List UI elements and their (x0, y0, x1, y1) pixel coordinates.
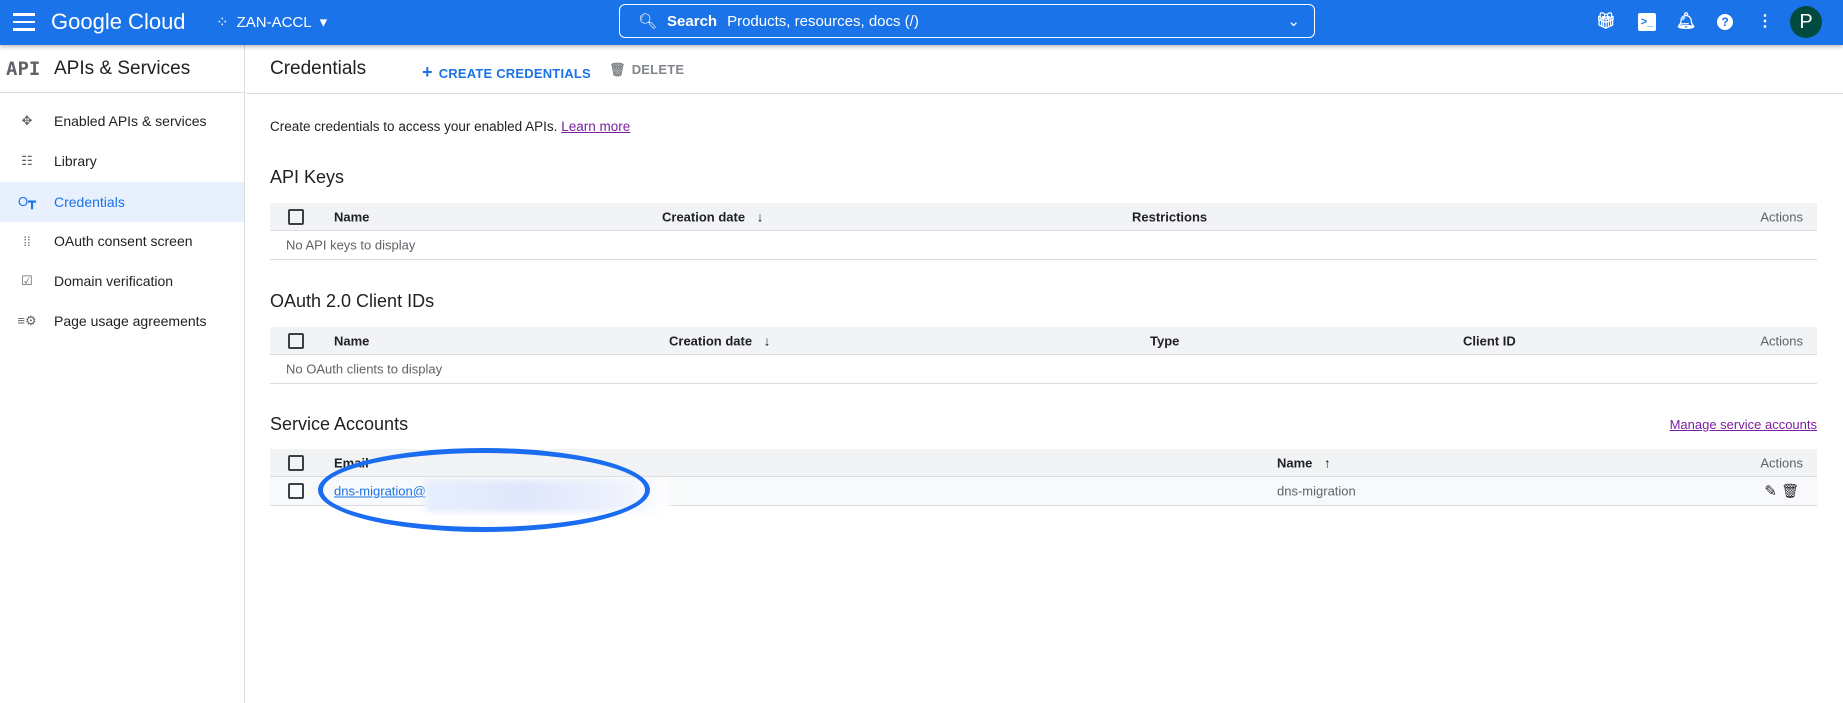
sidebar-item-label: Enabled APIs & services (54, 113, 207, 129)
trash-icon[interactable]: 🗑︎ (1781, 483, 1799, 500)
divider (246, 93, 1843, 94)
sidebar-item-label: Domain verification (54, 273, 174, 289)
search-input[interactable]: 🔍︎ Search Products, resources, docs (/) ⌄ (619, 4, 1315, 38)
sidebar-item-label: Page usage agreements (54, 313, 207, 329)
arrow-up-icon: ↑ (1324, 455, 1331, 470)
sidebar-item-domain-verification[interactable]: ☑ Domain verification (0, 261, 244, 301)
column-client-id: Client ID (1463, 333, 1516, 348)
sidebar-item-label: Library (54, 153, 97, 169)
checkbox-icon: ☑ (21, 273, 33, 288)
more-vert-icon[interactable]: ⋮ (1754, 11, 1776, 33)
plus-icon: + (422, 62, 433, 82)
oauth-heading: OAuth 2.0 Client IDs (270, 291, 435, 311)
move-icon: ✥ (21, 113, 33, 128)
manage-service-accounts-link[interactable]: Manage service accounts (1670, 417, 1817, 432)
column-creation-date[interactable]: Creation date ↓ (662, 209, 763, 224)
delete-button[interactable]: 🗑︎ DELETE (609, 62, 684, 78)
empty-message: No API keys to display (286, 237, 416, 253)
column-type: Type (1150, 333, 1180, 348)
api-icon: API (6, 57, 41, 80)
bell-icon[interactable]: 🔔︎ (1675, 11, 1697, 33)
table-header: Name Creation date ↓ Restrictions Action… (270, 203, 1817, 231)
column-name[interactable]: Name (334, 333, 369, 348)
column-restrictions: Restrictions (1132, 209, 1208, 224)
cloud-shell-icon[interactable]: >_ (1636, 11, 1658, 33)
sidebar-item-page-usage[interactable]: ≡⚙ Page usage agreements (0, 301, 244, 341)
gift-icon[interactable]: 🎁︎ (1595, 11, 1617, 33)
column-actions: Actions (1760, 209, 1803, 224)
settings-list-icon: ≡⚙ (17, 313, 37, 328)
chevron-down-icon[interactable]: ⌄ (1287, 12, 1300, 30)
chevron-down-icon: ▾ (319, 14, 328, 31)
service-account-name: dns-migration (1277, 483, 1356, 499)
arrow-down-icon: ↓ (763, 333, 771, 348)
table-header: Name Creation date ↓ Type Client ID Acti… (270, 327, 1817, 355)
search-label: Search (667, 12, 718, 30)
column-creation-date[interactable]: Creation date ↓ (669, 333, 770, 348)
service-accounts-heading: Service Accounts (270, 414, 409, 434)
oauth-table: Name Creation date ↓ Type Client ID Acti… (270, 327, 1817, 384)
sidebar-item-label: Credentials (54, 194, 125, 210)
avatar[interactable]: P (1790, 6, 1822, 38)
delete-label: DELETE (631, 62, 685, 77)
sidebar-item-enabled-apis[interactable]: ✥ Enabled APIs & services (0, 101, 244, 141)
create-credentials-button[interactable]: + CREATE CREDENTIALS (422, 62, 591, 83)
column-label: Name (1277, 455, 1313, 470)
arrow-down-icon: ↓ (756, 209, 764, 224)
search-icon: 🔍︎ (638, 13, 658, 30)
column-name[interactable]: Name (334, 209, 369, 224)
sidebar-item-oauth-consent[interactable]: ⁞⁞ OAuth consent screen (0, 221, 244, 261)
empty-row: No OAuth clients to display (270, 355, 1817, 384)
column-actions: Actions (1760, 333, 1803, 348)
sidebar-title: API APIs & Services (0, 45, 244, 93)
search-placeholder: Products, resources, docs (/) (727, 12, 919, 30)
column-label: Creation date (669, 333, 753, 348)
sidebar-item-credentials[interactable]: O┳ Credentials (0, 182, 244, 222)
row-checkbox[interactable] (288, 483, 304, 499)
sidebar-item-library[interactable]: ☷ Library (0, 141, 244, 181)
menu-icon[interactable] (13, 13, 35, 31)
sidebar: API APIs & Services ✥ Enabled APIs & servi… (0, 45, 245, 703)
api-keys-heading: API Keys (270, 167, 345, 187)
library-icon: ☷ (21, 153, 33, 168)
empty-message: No OAuth clients to display (286, 361, 443, 377)
learn-more-link[interactable]: Learn more (561, 119, 630, 134)
consent-icon: ⁞⁞ (23, 233, 31, 249)
description: Create credentials to access your enable… (270, 119, 630, 134)
column-actions: Actions (1760, 455, 1803, 470)
help-icon[interactable]: ? (1714, 11, 1736, 33)
sidebar-title-text: APIs & Services (54, 57, 191, 79)
column-name[interactable]: Name ↑ (1277, 455, 1331, 470)
project-selector[interactable]: ⁘ ZAN-ACCL ▾ (216, 13, 328, 32)
page-title: Credentials (270, 58, 367, 79)
select-all-checkbox[interactable] (288, 332, 304, 349)
empty-row: No API keys to display (270, 231, 1817, 260)
project-name: ZAN-ACCL (236, 13, 312, 31)
sidebar-item-label: OAuth consent screen (54, 233, 193, 249)
key-icon: O┳ (18, 194, 36, 209)
edit-icon[interactable]: ✎ (1764, 482, 1777, 500)
column-label: Creation date (662, 209, 746, 224)
top-bar: Google Cloud ⁘ ZAN-ACCL ▾ 🔍︎ Search Products… (0, 0, 1843, 45)
description-text: Create credentials to access your enable… (270, 119, 558, 134)
select-all-checkbox[interactable] (288, 454, 304, 471)
api-keys-table: Name Creation date ↓ Restrictions Action… (270, 203, 1817, 260)
google-cloud-logo[interactable]: Google Cloud (51, 9, 186, 35)
trash-icon: 🗑︎ (609, 62, 626, 77)
create-credentials-label: CREATE CREDENTIALS (438, 66, 591, 81)
highlight-ellipse (318, 448, 650, 532)
select-all-checkbox[interactable] (288, 208, 304, 225)
project-icon: ⁘ (216, 14, 229, 31)
